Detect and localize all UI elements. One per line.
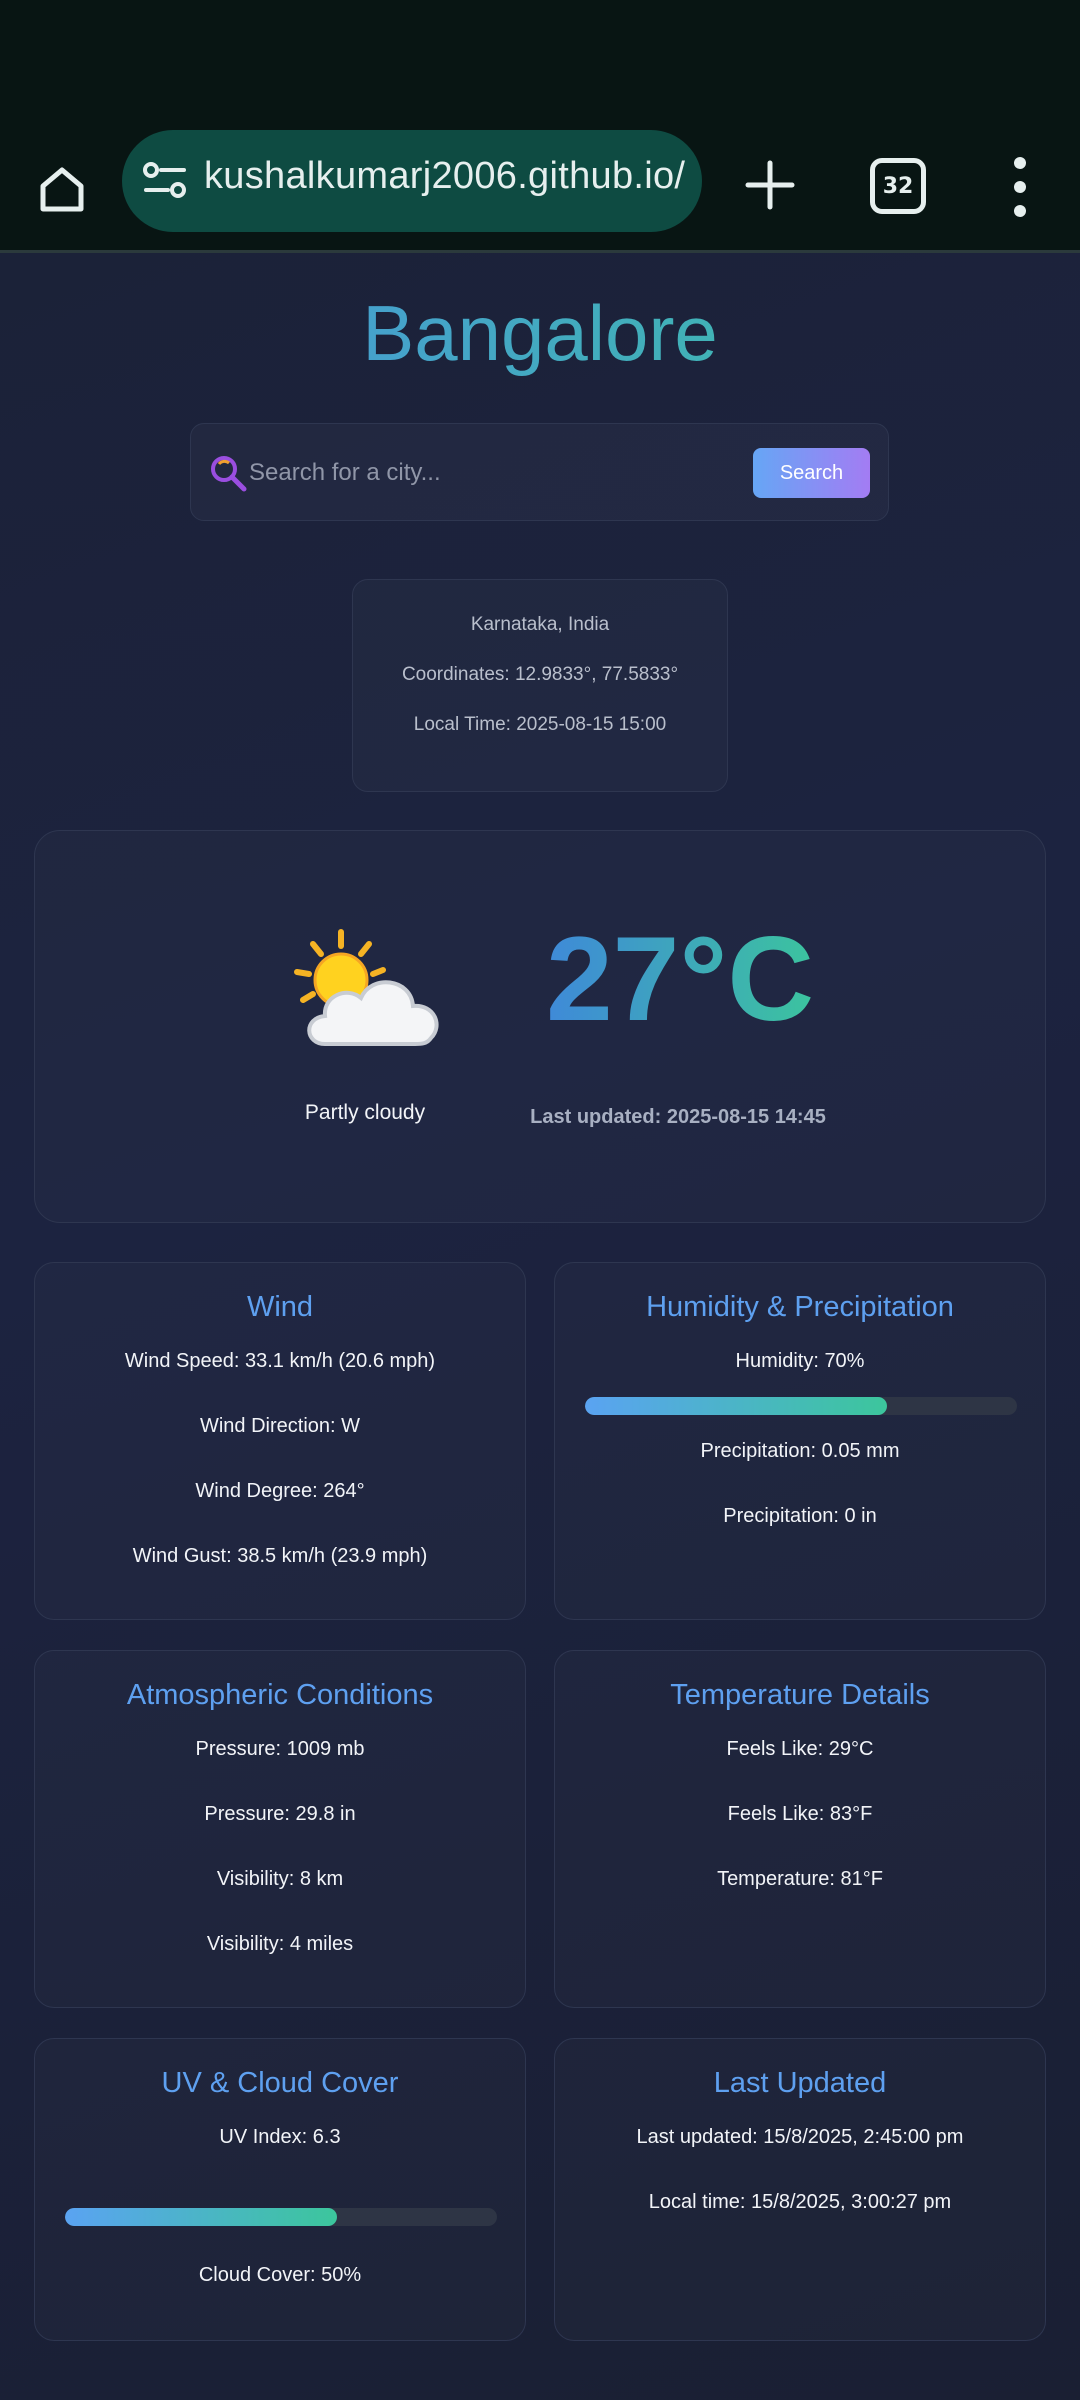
last-updated-time: Last updated: 15/8/2025, 2:45:00 pm bbox=[636, 2126, 964, 2148]
temperature-f: Temperature: 81°F bbox=[717, 1868, 883, 1890]
site-settings-icon[interactable] bbox=[142, 160, 188, 202]
temperature-card: Temperature Details Feels Like: 29°C Fee… bbox=[554, 1650, 1046, 2008]
humidity-value: Humidity: 70% bbox=[735, 1350, 865, 1372]
uv-card: UV & Cloud Cover UV Index: 6.3 Cloud Cov… bbox=[34, 2038, 526, 2341]
local-time: Local time: 15/8/2025, 3:00:27 pm bbox=[648, 2191, 952, 2213]
uv-card-title: UV & Cloud Cover bbox=[161, 2067, 399, 2099]
partly-cloudy-icon bbox=[294, 929, 439, 1046]
uv-index: UV Index: 6.3 bbox=[219, 2126, 341, 2148]
current-temperature: 27°C bbox=[535, 916, 825, 1042]
location-local-time: Local Time: 2025-08-15 15:00 bbox=[413, 714, 667, 735]
url-text[interactable]: kushalkumarj2006.github.io/ bbox=[204, 155, 685, 198]
more-options-icon[interactable] bbox=[1010, 155, 1030, 219]
cloud-cover: Cloud Cover: 50% bbox=[198, 2264, 362, 2286]
location-card: Karnataka, India Coordinates: 12.9833°, … bbox=[352, 579, 728, 792]
current-weather-card: Partly cloudy 27°C Last updated: 2025-08… bbox=[34, 830, 1046, 1223]
humidity-card-title: Humidity & Precipitation bbox=[646, 1291, 954, 1323]
location-coordinates: Coordinates: 12.9833°, 77.5833° bbox=[401, 664, 679, 685]
browser-toolbar: kushalkumarj2006.github.io/ 32 bbox=[0, 125, 1080, 253]
pressure-mb: Pressure: 1009 mb bbox=[195, 1738, 365, 1760]
atmospheric-card-title: Atmospheric Conditions bbox=[126, 1679, 434, 1711]
uv-progress-bar bbox=[65, 2208, 497, 2226]
humidity-progress-fill bbox=[585, 1397, 888, 1415]
uv-progress-fill bbox=[65, 2208, 338, 2226]
new-tab-icon[interactable] bbox=[740, 155, 800, 215]
home-icon bbox=[40, 167, 84, 212]
search-button[interactable]: Search bbox=[753, 448, 870, 498]
humidity-card: Humidity & Precipitation Humidity: 70% P… bbox=[554, 1262, 1046, 1620]
condition-text: Partly cloudy bbox=[304, 1101, 426, 1124]
address-bar[interactable]: kushalkumarj2006.github.io/ bbox=[122, 130, 702, 232]
wind-direction: Wind Direction: W bbox=[199, 1415, 361, 1437]
feels-like-c: Feels Like: 29°C bbox=[726, 1738, 874, 1760]
humidity-progress-bar bbox=[585, 1397, 1017, 1415]
city-title: Bangalore bbox=[0, 288, 1080, 379]
search-icon bbox=[211, 456, 247, 492]
atmospheric-card: Atmospheric Conditions Pressure: 1009 mb… bbox=[34, 1650, 526, 2008]
location-region: Karnataka, India bbox=[470, 614, 610, 635]
pressure-in: Pressure: 29.8 in bbox=[204, 1803, 356, 1825]
wind-speed: Wind Speed: 33.1 km/h (20.6 mph) bbox=[124, 1350, 436, 1372]
tab-switcher-button[interactable]: 32 bbox=[870, 158, 926, 214]
wind-gust: Wind Gust: 38.5 km/h (23.9 mph) bbox=[132, 1545, 428, 1567]
status-bar bbox=[0, 0, 1080, 125]
temperature-card-title: Temperature Details bbox=[670, 1679, 930, 1711]
home-button[interactable] bbox=[28, 155, 96, 223]
last-updated-card: Last Updated Last updated: 15/8/2025, 2:… bbox=[554, 2038, 1046, 2341]
precipitation-in: Precipitation: 0 in bbox=[723, 1505, 877, 1527]
wind-card: Wind Wind Speed: 33.1 km/h (20.6 mph) Wi… bbox=[34, 1262, 526, 1620]
visibility-miles: Visibility: 4 miles bbox=[206, 1933, 354, 1955]
feels-like-f: Feels Like: 83°F bbox=[727, 1803, 873, 1825]
search-bar: Search bbox=[190, 423, 889, 521]
visibility-km: Visibility: 8 km bbox=[216, 1868, 344, 1890]
current-last-updated: Last updated: 2025-08-15 14:45 bbox=[530, 1106, 826, 1128]
precipitation-mm: Precipitation: 0.05 mm bbox=[700, 1440, 900, 1462]
last-updated-card-title: Last Updated bbox=[713, 2067, 887, 2099]
wind-degree: Wind Degree: 264° bbox=[195, 1480, 365, 1502]
wind-card-title: Wind bbox=[246, 1291, 314, 1323]
search-input[interactable] bbox=[249, 446, 629, 500]
